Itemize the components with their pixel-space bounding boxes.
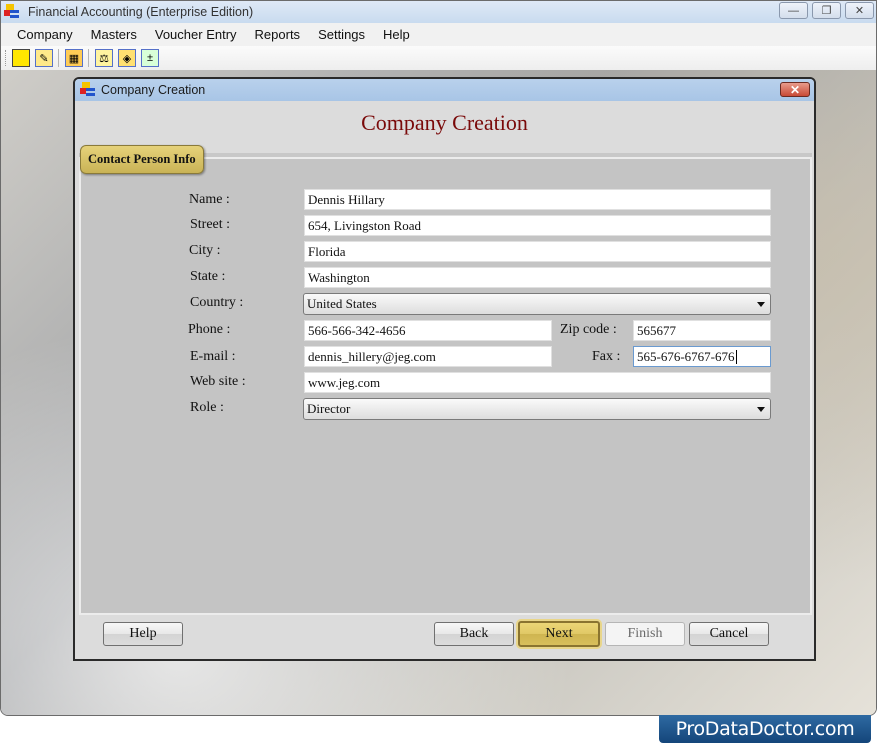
name-label: Name : [189,192,230,207]
dialog-close-button[interactable]: ✕ [780,82,810,97]
fax-value: 565-676-6767-676 [637,348,735,364]
toolbar-separator [58,49,59,67]
new-company-icon[interactable] [12,49,30,67]
toolbar: ✎ ▦ ⚖ ◈ ± [1,46,876,70]
company-creation-dialog: Company Creation ✕ Company Creation Name… [73,77,816,661]
dialog-button-row: Help Back Next Finish Cancel [75,615,814,659]
tab-contact-person-info[interactable]: Contact Person Info [80,145,204,174]
city-input[interactable]: Florida [304,241,771,262]
menu-reports[interactable]: Reports [246,27,310,42]
menu-settings[interactable]: Settings [309,27,374,42]
dialog-heading: Company Creation [361,110,528,135]
app-logo-icon [4,4,20,20]
close-button[interactable]: ✕ [845,2,874,19]
country-value: United States [307,296,377,311]
state-label: State : [190,269,226,284]
open-company-icon[interactable]: ✎ [35,49,53,67]
toolbar-separator [88,49,89,67]
website-input[interactable]: www.jeg.com [304,372,771,393]
dialog-title: Company Creation [101,83,206,97]
app-title: Financial Accounting (Enterprise Edition… [28,5,254,19]
menu-masters[interactable]: Masters [82,27,146,42]
restore-button[interactable]: ❐ [812,2,841,19]
menu-company[interactable]: Company [8,27,82,42]
app-titlebar: Financial Accounting (Enterprise Edition… [1,1,876,23]
chevron-down-icon[interactable] [757,407,765,412]
cancel-button[interactable]: Cancel [689,622,769,646]
balance-scale-icon[interactable]: ⚖ [95,49,113,67]
role-label: Role : [190,400,224,415]
fax-label: Fax : [592,349,621,364]
dialog-logo-icon [80,82,96,98]
zip-code-input[interactable]: 565677 [633,320,771,341]
state-input[interactable]: Washington [304,267,771,288]
role-value: Director [307,401,351,416]
back-button[interactable]: Back [434,622,514,646]
email-label: E-mail : [190,349,236,364]
minimize-button[interactable]: — [779,2,808,19]
menu-help[interactable]: Help [374,27,419,42]
fax-input[interactable]: 565-676-6767-676 [633,346,771,367]
chevron-down-icon[interactable] [757,302,765,307]
role-select[interactable]: Director [303,398,771,420]
help-button[interactable]: Help [103,622,183,646]
menu-voucher-entry[interactable]: Voucher Entry [146,27,246,42]
text-cursor [735,349,737,364]
next-button[interactable]: Next [518,621,600,647]
brand-watermark: ProDataDoctor.com [659,715,871,743]
finish-button[interactable]: Finish [605,622,685,646]
tab-area: Name : Dennis Hillary Street : 654, Livi… [79,145,812,615]
add-remove-icon[interactable]: ± [141,49,159,67]
country-label: Country : [190,295,244,310]
grid-icon[interactable]: ▦ [65,49,83,67]
dialog-titlebar: Company Creation ✕ [75,79,814,101]
toolbar-grip[interactable] [5,50,8,66]
street-input[interactable]: 654, Livingston Road [304,215,771,236]
country-select[interactable]: United States [303,293,771,315]
street-label: Street : [190,217,231,232]
phone-label: Phone : [188,322,231,337]
website-label: Web site : [190,374,246,389]
menubar: Company Masters Voucher Entry Reports Se… [1,23,876,46]
phone-input[interactable]: 566-566-342-4656 [304,320,552,341]
ledger-icon[interactable]: ◈ [118,49,136,67]
email-input[interactable]: dennis_hillery@jeg.com [304,346,552,367]
city-label: City : [189,243,221,258]
contact-person-panel: Name : Dennis Hillary Street : 654, Livi… [79,157,812,615]
zip-code-label: Zip code : [560,322,617,337]
name-input[interactable]: Dennis Hillary [304,189,771,210]
